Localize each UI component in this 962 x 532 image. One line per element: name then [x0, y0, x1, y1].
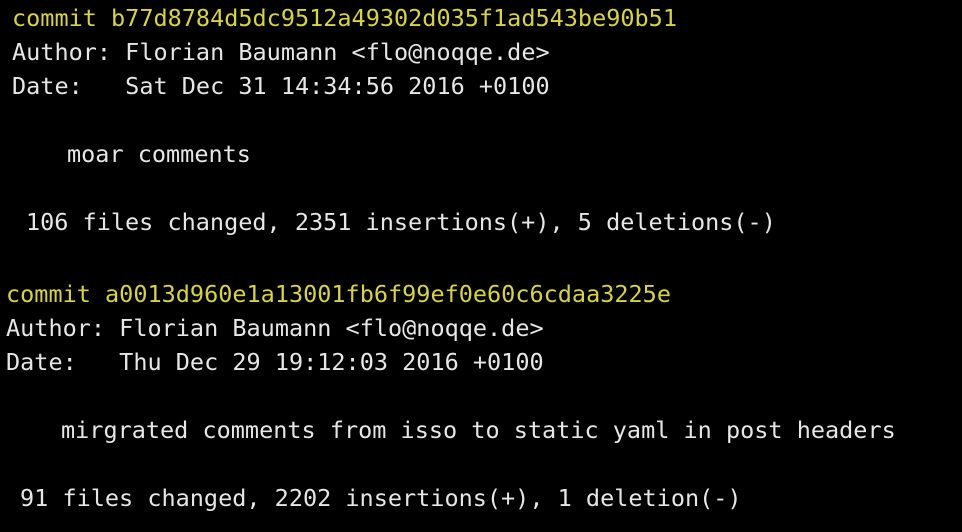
commit-date-line: Date: Sat Dec 31 14:34:56 2016 +0100: [12, 72, 550, 100]
commit-message: moar comments: [67, 140, 251, 168]
commit-stats: 106 files changed, 2351 insertions(+), 5…: [26, 208, 776, 236]
terminal-window: commit b77d8784d5dc9512a49302d035f1ad543…: [0, 0, 962, 532]
commit-author-line: Author: Florian Baumann <flo@noqqe.de>: [6, 314, 544, 342]
commit-message: mirgrated comments from isso to static y…: [61, 416, 896, 444]
commit-hash-line: commit b77d8784d5dc9512a49302d035f1ad543…: [12, 4, 677, 32]
commit-author-line: Author: Florian Baumann <flo@noqqe.de>: [12, 38, 550, 66]
commit-date-line: Date: Thu Dec 29 19:12:03 2016 +0100: [6, 348, 544, 376]
commit-stats: 91 files changed, 2202 insertions(+), 1 …: [20, 484, 742, 512]
commit-hash-line: commit a0013d960e1a13001fb6f99ef0e60c6cd…: [6, 280, 671, 308]
